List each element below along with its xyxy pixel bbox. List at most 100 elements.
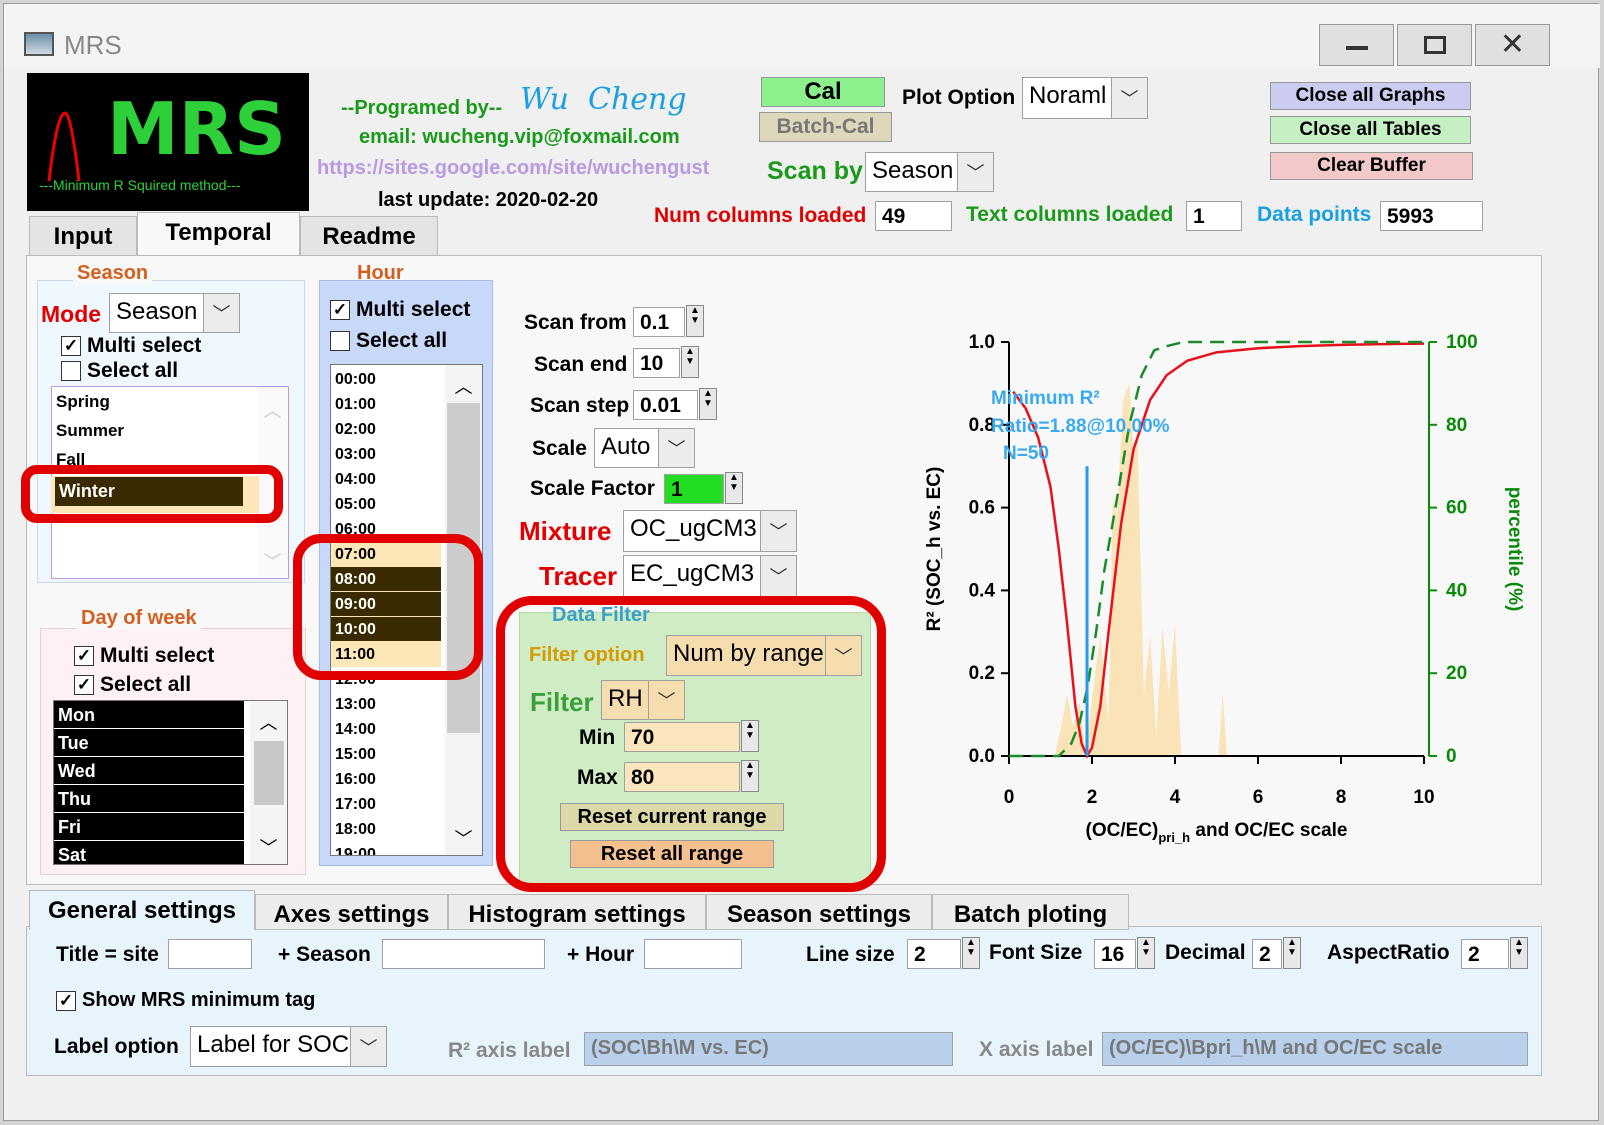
dow-item-2[interactable]: Wed — [54, 757, 244, 785]
decimal-field[interactable]: 2 — [1252, 939, 1282, 969]
scan-end-spinner[interactable]: ▲ ▼ — [681, 346, 699, 378]
title-site-field[interactable] — [168, 939, 252, 969]
hour-item-15[interactable]: 15:00 — [331, 742, 441, 767]
author-name: Wu Cheng — [520, 82, 687, 117]
cal-button[interactable]: Cal — [761, 77, 885, 107]
r2-axis-field[interactable]: (SOC\Bh\M vs. EC) — [584, 1032, 953, 1066]
chevron-up-icon[interactable]: ︿ — [250, 709, 287, 735]
annotation-ratio: Ratio=1.88@10.00% — [991, 416, 1170, 437]
scan-by-select[interactable]: Season ﹀ — [865, 152, 994, 192]
hour-setting-field[interactable] — [644, 939, 742, 969]
batch-cal-button[interactable]: Batch-Cal — [759, 112, 892, 142]
x-axis-field[interactable]: (OC/EC)\Bpri_h\M and OC/EC scale — [1102, 1032, 1528, 1066]
tab-readme[interactable]: Readme — [300, 216, 438, 256]
y2-tick-label: 80 — [1446, 415, 1467, 436]
website-link[interactable]: https://sites.google.com/site/wuchengust — [317, 157, 709, 180]
hour-select-all-checkbox[interactable]: Select all — [330, 329, 447, 353]
dow-item-0[interactable]: Mon — [54, 701, 244, 729]
decimal-spinner[interactable]: ▲ ▼ — [1283, 937, 1301, 969]
hour-item-14[interactable]: 14:00 — [331, 717, 441, 742]
hour-item-1[interactable]: 01:00 — [331, 392, 441, 417]
dow-item-1[interactable]: Tue — [54, 729, 244, 757]
dow-item-3[interactable]: Thu — [54, 785, 244, 813]
hour-item-4[interactable]: 04:00 — [331, 467, 441, 492]
dow-list[interactable]: Mon Tue Wed Thu Fri Sat ︿ ﹀ — [53, 700, 288, 865]
scan-step-field[interactable]: 0.01 — [633, 390, 698, 420]
tab-axes-settings[interactable]: Axes settings — [255, 894, 448, 930]
font-size-field[interactable]: 16 — [1094, 939, 1136, 969]
chevron-down-icon[interactable]: ﹀ — [250, 834, 287, 860]
close-all-graphs-button[interactable]: Close all Graphs — [1270, 82, 1471, 110]
annotation-n: N=50 — [1003, 443, 1049, 464]
hour-item-19[interactable]: 19:00 — [331, 842, 441, 855]
chevron-down-icon: ﹀ — [1111, 78, 1147, 118]
text-columns-field[interactable]: 1 — [1186, 201, 1242, 231]
close-all-tables-button[interactable]: Close all Tables — [1270, 116, 1471, 144]
scale-factor-spinner[interactable]: ▲ ▼ — [725, 472, 743, 504]
aspect-ratio-spinner[interactable]: ▲ ▼ — [1510, 937, 1528, 969]
list-item-summer[interactable]: Summer — [52, 418, 288, 443]
tab-season-settings[interactable]: Season settings — [706, 894, 932, 930]
y2-tick-label: 60 — [1446, 498, 1467, 519]
season-setting-field[interactable] — [382, 939, 545, 969]
scan-from-label: Scan from — [524, 311, 627, 334]
line-size-field[interactable]: 2 — [907, 939, 961, 969]
checkmark-icon: ✓ — [74, 675, 94, 695]
season-select-all-checkbox[interactable]: Select all — [61, 359, 178, 383]
minimize-button[interactable] — [1319, 24, 1394, 66]
hour-item-2[interactable]: 02:00 — [331, 417, 441, 442]
clear-buffer-button[interactable]: Clear Buffer — [1270, 152, 1473, 180]
decimal-label: Decimal — [1165, 941, 1246, 964]
tab-temporal[interactable]: Temporal — [137, 212, 300, 256]
scan-end-field[interactable]: 10 — [633, 348, 680, 378]
mrs-chart: 0.00.20.40.60.81.00204060801000 2 4 6 8 10Min… — [924, 332, 1525, 845]
dow-multi-select-checkbox[interactable]: ✓ Multi select — [74, 644, 214, 668]
hour-item-13[interactable]: 13:00 — [331, 692, 441, 717]
hour-item-17[interactable]: 17:00 — [331, 792, 441, 817]
dow-item-5[interactable]: Sat — [54, 841, 244, 864]
hour-item-3[interactable]: 03:00 — [331, 442, 441, 467]
tab-histogram-settings[interactable]: Histogram settings — [448, 894, 706, 930]
close-button[interactable]: ✕ — [1475, 24, 1550, 66]
chevron-down-icon[interactable]: ﹀ — [445, 825, 482, 851]
dow-scroll-thumb[interactable] — [254, 741, 284, 805]
logo: MRS ---Minimum R Squired method--- — [27, 73, 309, 211]
mixture-select[interactable]: OC_ugCM3 ﹀ — [623, 510, 797, 552]
data-points-field[interactable]: 5993 — [1380, 201, 1483, 231]
line-size-spinner[interactable]: ▲ ▼ — [962, 937, 980, 969]
scale-select[interactable]: Auto ﹀ — [594, 428, 695, 468]
season-multi-select-checkbox[interactable]: ✓ Multi select — [61, 334, 201, 358]
tab-input[interactable]: Input — [29, 216, 137, 256]
x-tick-label: 4 — [1170, 787, 1181, 808]
hour-item-18[interactable]: 18:00 — [331, 817, 441, 842]
tab-general-settings[interactable]: General settings — [29, 890, 255, 930]
hour-item-5[interactable]: 05:00 — [331, 492, 441, 517]
num-columns-field[interactable]: 49 — [875, 201, 952, 231]
scale-factor-field[interactable]: 1 — [664, 474, 724, 504]
label-option-select[interactable]: Label for SOC ﹀ — [190, 1026, 387, 1067]
scan-step-spinner[interactable]: ▲ ▼ — [699, 388, 717, 420]
hour-multi-select-checkbox[interactable]: ✓ Multi select — [330, 298, 470, 322]
dow-select-all-checkbox[interactable]: ✓ Select all — [74, 673, 191, 697]
chevron-down-icon[interactable]: ﹀ — [257, 548, 288, 574]
dow-item-4[interactable]: Fri — [54, 813, 244, 841]
mode-select[interactable]: Season ﹀ — [109, 293, 240, 333]
scan-from-field[interactable]: 0.1 — [633, 307, 685, 337]
dow-scrollbar[interactable]: ︿ ﹀ — [250, 701, 287, 864]
font-size-spinner[interactable]: ▲ ▼ — [1137, 937, 1155, 969]
show-mrs-tag-checkbox[interactable]: ✓ Show MRS minimum tag — [56, 989, 315, 1012]
chevron-up-icon[interactable]: ︿ — [257, 397, 288, 423]
tracer-select[interactable]: EC_ugCM3 ﹀ — [623, 555, 797, 597]
tab-batch-ploting[interactable]: Batch ploting — [932, 894, 1129, 930]
maximize-button[interactable] — [1397, 24, 1472, 66]
chevron-up-icon[interactable]: ︿ — [445, 373, 482, 399]
hour-item-0[interactable]: 00:00 — [331, 367, 441, 392]
scan-from-spinner[interactable]: ▲ ▼ — [686, 305, 704, 337]
hour-item-16[interactable]: 16:00 — [331, 767, 441, 792]
plot-option-select[interactable]: Noraml ﹀ — [1022, 77, 1148, 119]
aspect-ratio-field[interactable]: 2 — [1461, 939, 1509, 969]
maximize-icon — [1423, 36, 1446, 54]
list-item-spring[interactable]: Spring — [52, 389, 288, 414]
chevron-down-icon: ﹀ — [658, 429, 694, 467]
dow-title: Day of week — [77, 607, 201, 630]
